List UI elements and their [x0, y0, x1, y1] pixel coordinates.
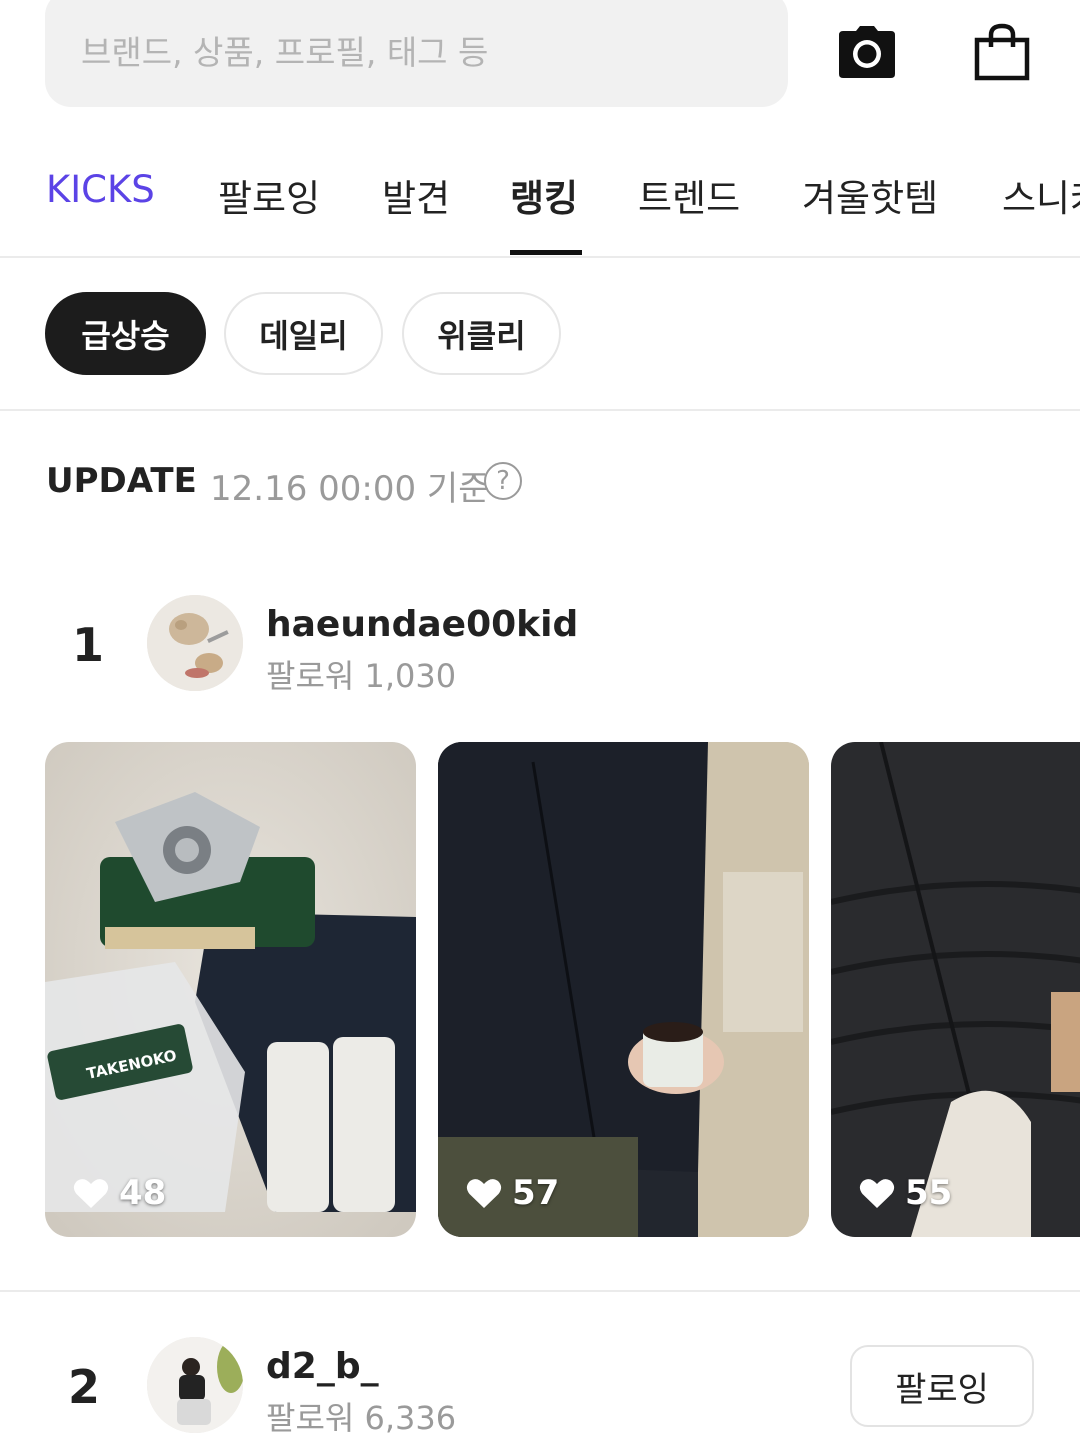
- divider: [0, 409, 1080, 411]
- post-thumbnail[interactable]: TAKENOKO 48: [45, 742, 416, 1237]
- rank-number: 2: [68, 1360, 101, 1414]
- avatar[interactable]: [147, 1337, 243, 1433]
- username[interactable]: d2_b_: [266, 1346, 379, 1387]
- tab-discover[interactable]: 발견: [382, 168, 450, 222]
- follow-button[interactable]: 팔로잉: [850, 1345, 1034, 1427]
- like-count[interactable]: 48: [73, 1173, 166, 1213]
- shopping-bag-icon[interactable]: [974, 23, 1030, 81]
- active-tab-indicator: [510, 250, 582, 255]
- update-label: UPDATE: [46, 461, 197, 501]
- heart-icon: [859, 1179, 895, 1208]
- tab-sneakers[interactable]: 스니커즈: [1002, 168, 1080, 222]
- tab-following[interactable]: 팔로잉: [218, 168, 320, 222]
- heart-icon: [73, 1179, 109, 1208]
- tab-trend[interactable]: 트렌드: [638, 168, 740, 222]
- rank-number: 1: [72, 618, 105, 672]
- like-count[interactable]: 55: [859, 1173, 952, 1213]
- tab-winter-hot-items[interactable]: 겨울핫템: [802, 168, 938, 222]
- username[interactable]: haeundae00kid: [266, 604, 578, 645]
- heart-icon: [466, 1179, 502, 1208]
- tab-kicks[interactable]: KICKS: [46, 168, 155, 211]
- tab-ranking[interactable]: 랭킹: [510, 168, 578, 222]
- post-thumbnail[interactable]: 57: [438, 742, 809, 1237]
- help-icon[interactable]: ?: [484, 462, 522, 500]
- filter-daily[interactable]: 데일리: [224, 292, 383, 375]
- like-count[interactable]: 57: [466, 1173, 559, 1213]
- filter-rising[interactable]: 급상승: [45, 292, 206, 375]
- divider: [0, 1290, 1080, 1292]
- follower-count: 팔로워 1,030: [266, 657, 457, 695]
- post-thumbnail[interactable]: 55: [831, 742, 1080, 1237]
- search-bar[interactable]: [45, 0, 788, 107]
- filter-weekly[interactable]: 위클리: [402, 292, 561, 375]
- camera-icon[interactable]: [838, 25, 896, 79]
- category-tabs: KICKS 팔로잉 발견 랭킹 트렌드 겨울핫템 스니커즈: [0, 150, 1080, 258]
- search-input[interactable]: [79, 32, 754, 73]
- update-time: 12.16 00:00 기준: [210, 469, 490, 509]
- avatar[interactable]: [147, 595, 243, 691]
- follower-count: 팔로워 6,336: [266, 1399, 457, 1437]
